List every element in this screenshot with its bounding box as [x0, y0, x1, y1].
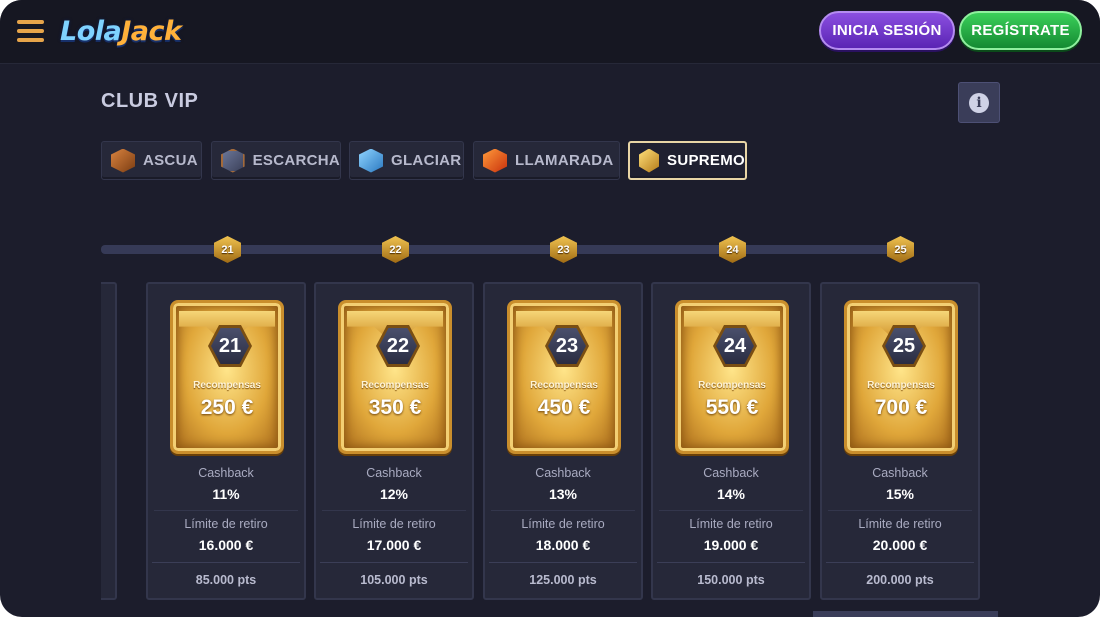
withdraw-limit-value: 20.000 € [872, 537, 928, 553]
points-required: 85.000 pts [195, 573, 257, 587]
rewards-label: Recompensas [193, 380, 261, 391]
withdraw-limit-label: Límite de retiro [689, 517, 773, 531]
cashback-label: Cashback [366, 466, 422, 480]
level-cards-carousel[interactable]: 21 Recompensas 250 € Cashback 11% Límite… [101, 282, 991, 602]
cashback-value: 14% [716, 486, 746, 502]
level-number: 23 [548, 328, 586, 364]
cashback-value: 15% [885, 486, 915, 502]
level-number: 24 [716, 328, 754, 364]
register-button[interactable]: REGÍSTRATE [959, 11, 1082, 50]
login-button[interactable]: INICIA SESIÓN [819, 11, 955, 50]
gold-chest-icon: 22 Recompensas 350 € [338, 300, 452, 454]
rewards-label: Recompensas [867, 380, 935, 391]
points-required: 105.000 pts [360, 573, 428, 587]
cashback-label: Cashback [535, 466, 591, 480]
cashback-label: Cashback [872, 466, 928, 480]
cashback-value: 13% [548, 486, 578, 502]
previous-level-card[interactable] [101, 282, 117, 600]
cashback-value: 12% [379, 486, 409, 502]
level-card[interactable]: 24 Recompensas 550 € Cashback 14% Límite… [651, 282, 811, 600]
points-required: 125.000 pts [529, 573, 597, 587]
level-node-number: 21 [221, 243, 234, 256]
withdraw-limit-value: 17.000 € [366, 537, 422, 553]
withdraw-limit-value: 19.000 € [703, 537, 759, 553]
ember-gem-icon [111, 148, 135, 173]
tab-llamarada[interactable]: LLAMARADA [473, 141, 620, 180]
app-frame: LolaJack INICIA SESIÓN REGÍSTRATE CLUB V… [0, 0, 1100, 617]
withdraw-limit-value: 16.000 € [198, 537, 254, 553]
withdraw-limit-label: Límite de retiro [352, 517, 436, 531]
level-node-number: 22 [389, 243, 402, 256]
hamburger-menu-icon[interactable] [17, 20, 45, 42]
page-title: CLUB VIP [101, 90, 199, 112]
level-node-number: 24 [726, 243, 739, 256]
points-required: 150.000 pts [697, 573, 765, 587]
cashback-label: Cashback [703, 466, 759, 480]
gold-chest-icon: 24 Recompensas 550 € [675, 300, 789, 454]
top-header: LolaJack INICIA SESIÓN REGÍSTRATE [0, 0, 1100, 64]
tab-glaciar[interactable]: GLACIAR [349, 141, 464, 180]
level-number: 21 [211, 328, 249, 364]
level-node[interactable]: 23 [550, 236, 577, 263]
info-icon: i [969, 92, 989, 113]
reward-value: 250 € [200, 396, 254, 419]
flare-gem-icon [483, 148, 507, 173]
gold-chest-icon: 21 Recompensas 250 € [170, 300, 284, 454]
level-node[interactable]: 21 [214, 236, 241, 263]
carousel-scrollbar[interactable] [813, 611, 998, 617]
tab-ascua[interactable]: ASCUA [101, 141, 202, 180]
tab-label: LLAMARADA [515, 152, 614, 169]
level-node-number: 25 [894, 243, 907, 256]
tab-label: ESCARCHA [252, 152, 340, 169]
info-button[interactable]: i [958, 82, 1000, 123]
level-card[interactable]: 25 Recompensas 700 € Cashback 15% Límite… [820, 282, 980, 600]
cashback-label: Cashback [198, 466, 254, 480]
cashback-value: 11% [212, 486, 240, 502]
withdraw-limit-label: Límite de retiro [858, 517, 942, 531]
glacier-gem-icon [359, 148, 383, 173]
withdraw-limit-label: Límite de retiro [521, 517, 605, 531]
level-number: 25 [885, 328, 923, 364]
site-logo[interactable]: LolaJack [60, 12, 182, 52]
level-card[interactable]: 22 Recompensas 350 € Cashback 12% Límite… [314, 282, 474, 600]
tab-label: GLACIAR [391, 152, 462, 169]
level-number: 22 [379, 328, 417, 364]
rewards-label: Recompensas [698, 380, 766, 391]
level-node[interactable]: 22 [382, 236, 409, 263]
gold-chest-icon: 23 Recompensas 450 € [507, 300, 621, 454]
rewards-label: Recompensas [530, 380, 598, 391]
reward-value: 550 € [705, 396, 759, 419]
level-node-number: 23 [557, 243, 570, 256]
level-node[interactable]: 24 [719, 236, 746, 263]
reward-value: 450 € [537, 396, 591, 419]
tab-supremo[interactable]: SUPREMO [628, 141, 747, 180]
frost-gem-icon [221, 148, 245, 173]
tab-label: ASCUA [143, 152, 198, 169]
gold-chest-icon: 25 Recompensas 700 € [844, 300, 958, 454]
rewards-label: Recompensas [361, 380, 429, 391]
logo-text-lola: Lola [60, 16, 122, 47]
supreme-gem-icon [639, 148, 660, 173]
level-node[interactable]: 25 [887, 236, 914, 263]
points-required: 200.000 pts [866, 573, 934, 587]
level-card[interactable]: 21 Recompensas 250 € Cashback 11% Límite… [146, 282, 306, 600]
logo-text-jack: Jack [121, 16, 182, 47]
withdraw-limit-value: 18.000 € [535, 537, 591, 553]
tab-escarcha[interactable]: ESCARCHA [211, 141, 341, 180]
tab-label: SUPREMO [667, 152, 745, 169]
level-card[interactable]: 23 Recompensas 450 € Cashback 13% Límite… [483, 282, 643, 600]
reward-value: 350 € [368, 396, 422, 419]
reward-value: 700 € [874, 396, 928, 419]
withdraw-limit-label: Límite de retiro [184, 517, 268, 531]
